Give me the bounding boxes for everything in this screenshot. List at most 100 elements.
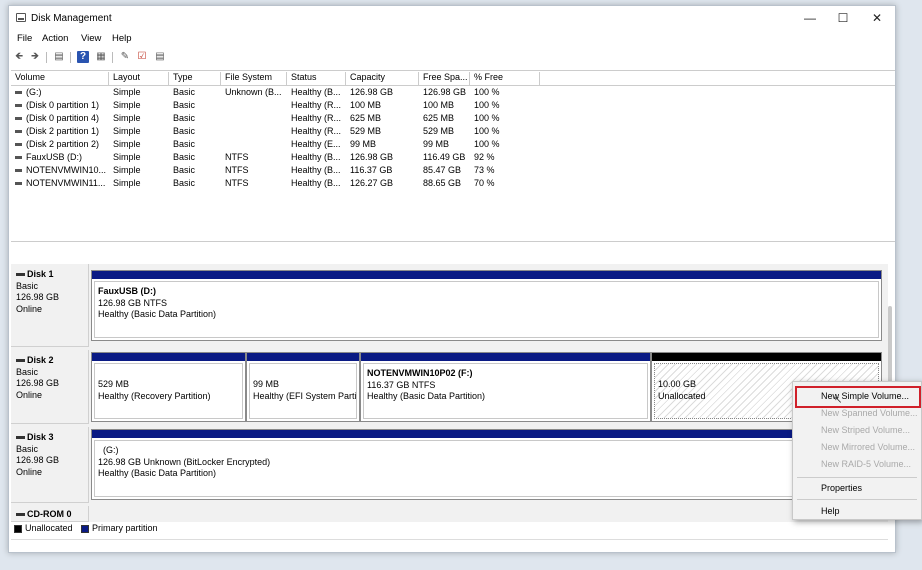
table-cell: Healthy (B... <box>291 152 341 162</box>
table-cell: 126.98 GB <box>350 152 394 162</box>
menu-separator <box>797 499 917 500</box>
disk-management-icon <box>16 13 26 22</box>
table-cell: 70 % <box>474 178 495 188</box>
console-tree-icon[interactable]: ▤ <box>53 51 65 63</box>
partition-status: Healthy (Basic Data Partition) <box>367 391 486 401</box>
disk-name: Disk 1 <box>27 269 54 279</box>
table-cell: 100 MB <box>423 100 455 110</box>
partition-status: Healthy (Recovery Partition) <box>98 390 211 401</box>
disk-3-name-line: Disk 3 <box>16 432 88 444</box>
disk-2-label[interactable]: Disk 2 Basic 126.98 GB Online <box>11 350 89 424</box>
status-bar <box>11 539 888 552</box>
column-header-volume[interactable]: Volume <box>11 72 109 85</box>
volume-name: NOTENVMWIN10... <box>26 165 107 175</box>
primary-partition-bar <box>361 353 650 361</box>
legend: Unallocated Primary partition <box>11 523 888 537</box>
column-header-status[interactable]: Status <box>287 72 346 85</box>
volume-name: (Disk 2 partition 2) <box>26 139 100 149</box>
disk-1-label[interactable]: Disk 1 Basic 126.98 GB Online <box>11 264 89 347</box>
partition-status: Healthy (EFI System Parti <box>253 390 357 401</box>
menu-help-item[interactable]: Help <box>821 506 840 516</box>
legend-label: Unallocated <box>25 523 73 533</box>
partition-detail: 126.98 GB NTFS <box>98 297 168 308</box>
column-header-type[interactable]: Type <box>169 72 221 85</box>
table-row[interactable]: (Disk 0 partition 1) Simple Basic Healthy (… <box>11 99 895 112</box>
table-cell: 73 % <box>474 165 495 175</box>
partition-detail: 529 MB <box>98 379 130 389</box>
maximize-icon[interactable]: ☐ <box>827 9 859 27</box>
table-cell: Unknown (B... <box>225 87 282 97</box>
column-header-layout[interactable]: Layout <box>109 72 169 85</box>
forward-icon[interactable]: 🡺 <box>29 51 41 63</box>
menu-new-raid5-volume[interactable]: New RAID-5 Volume... <box>821 459 911 469</box>
properties-icon[interactable]: ▦ <box>95 51 107 63</box>
partition-recovery[interactable]: 529 MB Healthy (Recovery Partition) <box>91 352 246 422</box>
partition-efi[interactable]: 99 MB Healthy (EFI System Parti <box>246 352 360 422</box>
partition-g[interactable]: (G:) 126.98 GB Unknown (BitLocker Encryp… <box>91 429 882 500</box>
table-row[interactable]: NOTENVMWIN10... Simple Basic NTFS Healthy (B… <box>11 164 895 177</box>
partition-status: Healthy (Basic Data Partition) <box>98 468 217 478</box>
table-row[interactable]: (Disk 2 partition 1) Simple Basic Healthy (… <box>11 125 895 138</box>
close-icon[interactable]: ✕ <box>861 9 893 27</box>
disk-3-label[interactable]: Disk 3 Basic 126.98 GB Online <box>11 427 89 503</box>
column-header-free-space[interactable]: Free Spa... <box>419 72 470 85</box>
table-cell: 116.37 GB <box>350 165 393 175</box>
menu-new-spanned-volume[interactable]: New Spanned Volume... <box>821 408 918 418</box>
disk-name: Disk 3 <box>27 432 54 442</box>
table-cell: Basic <box>173 178 196 188</box>
menu-view[interactable]: View <box>81 33 101 44</box>
disk-type: Basic <box>16 443 39 454</box>
legend-item-unallocated: Unallocated <box>14 523 73 533</box>
disk-1-row: Disk 1 Basic 126.98 GB Online FauxUSB (D… <box>11 264 888 347</box>
table-row[interactable]: (Disk 2 partition 2) Simple Basic Healthy (… <box>11 138 895 151</box>
minimize-icon[interactable]: — <box>794 9 826 27</box>
partition-detail: 116.37 GB NTFS <box>367 379 436 390</box>
disk-state: Online <box>16 389 43 400</box>
table-cell: Basic <box>173 126 196 136</box>
table-row[interactable]: FauxUSB (D:) Simple Basic NTFS Healthy (B...… <box>11 151 895 164</box>
partition-fauxusb[interactable]: FauxUSB (D:) 126.98 GB NTFS Healthy (Bas… <box>91 270 882 341</box>
disk-icon <box>16 359 25 363</box>
volume-icon <box>15 117 22 121</box>
table-cell: Basic <box>173 100 196 110</box>
connect-icon[interactable]: ✎ <box>119 51 131 63</box>
table-cell: Simple <box>113 87 141 97</box>
table-cell: Healthy (R... <box>291 126 342 136</box>
settings-icon[interactable]: ▤ <box>154 51 166 63</box>
cdrom-0-label[interactable]: CD-ROM 0 <box>11 506 89 522</box>
table-cell: Simple <box>113 139 141 149</box>
menu-separator <box>797 477 917 478</box>
menu-file[interactable]: File <box>17 33 32 44</box>
table-row[interactable]: NOTENVMWIN11... Simple Basic NTFS Healthy (B… <box>11 177 895 190</box>
back-icon[interactable]: 🡸 <box>13 51 25 63</box>
column-header-file-system[interactable]: File System <box>221 72 287 85</box>
cdrom-0-row: CD-ROM 0 <box>11 506 888 522</box>
partition-name: (G:) <box>103 445 119 455</box>
menu-help[interactable]: Help <box>112 33 132 44</box>
help-icon[interactable]: ? <box>77 51 89 63</box>
menu-new-striped-volume[interactable]: New Striped Volume... <box>821 425 910 435</box>
menu-new-mirrored-volume[interactable]: New Mirrored Volume... <box>821 442 915 452</box>
volume-icon <box>15 91 22 95</box>
table-row[interactable]: (G:) Simple Basic Unknown (B... Healthy (B..… <box>11 86 895 99</box>
table-cell: Basic <box>173 113 196 123</box>
table-row[interactable]: (Disk 0 partition 4) Simple Basic Healthy (… <box>11 112 895 125</box>
menu-properties[interactable]: Properties <box>821 483 862 493</box>
menu-bar: File Action View Help <box>9 32 895 47</box>
cdrom-icon <box>16 513 25 517</box>
column-header-capacity[interactable]: Capacity <box>346 72 419 85</box>
table-cell: Simple <box>113 165 141 175</box>
toolbar-separator <box>46 52 47 63</box>
table-cell: NTFS <box>225 152 249 162</box>
column-header-percent-free[interactable]: % Free <box>470 72 540 85</box>
partition-notenvmwin10p02[interactable]: NOTENVMWIN10P02 (F:) 116.37 GB NTFS Heal… <box>360 352 651 422</box>
check-icon[interactable]: ☑ <box>136 51 148 63</box>
menu-action[interactable]: Action <box>42 33 68 44</box>
unallocated-swatch <box>14 524 22 533</box>
table-cell: 99 MB <box>350 139 377 149</box>
window-title: Disk Management <box>31 13 112 24</box>
volume-name: (Disk 2 partition 1) <box>26 126 100 136</box>
table-cell: (Disk 2 partition 2) <box>11 139 109 149</box>
disk-state: Online <box>16 303 43 314</box>
primary-partition-bar <box>92 353 245 361</box>
